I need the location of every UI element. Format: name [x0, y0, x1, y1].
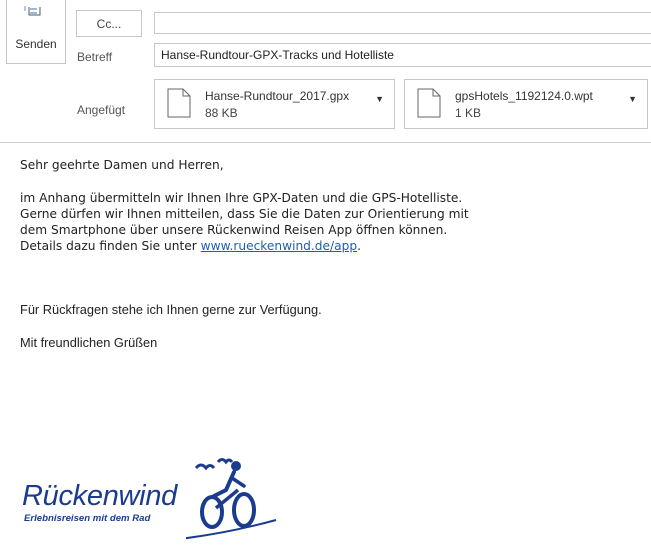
attachment-item[interactable]: gpsHotels_1192124.0.wpt 1 KB ▼ — [404, 79, 648, 129]
app-link[interactable]: www.rueckenwind.de/app — [201, 239, 357, 253]
send-button[interactable]: Senden — [6, 0, 66, 64]
attachment-name: gpsHotels_1192124.0.wpt — [455, 89, 593, 103]
details-suffix: . — [357, 239, 361, 253]
details-prefix: Details dazu finden Sie unter — [20, 239, 201, 253]
logo-tagline: Erlebnisreisen mit dem Rad — [24, 513, 151, 524]
body-line: Gerne dürfen wir Ihnen mitteilen, dass S… — [20, 207, 469, 221]
body-line: dem Smartphone über unsere Rückenwind Re… — [20, 223, 448, 237]
send-icon — [24, 6, 41, 16]
cc-button[interactable]: Cc... — [76, 10, 142, 37]
greeting-line: Sehr geehrte Damen und Herren, — [20, 158, 224, 172]
cyclist-icon — [186, 458, 277, 540]
questions-line: Für Rückfragen stehe ich Ihnen gerne zur… — [20, 302, 322, 317]
subject-label: Betreff — [77, 50, 113, 64]
attachment-name: Hanse-Rundtour_2017.gpx — [205, 89, 350, 103]
header-divider — [0, 142, 651, 143]
subject-field[interactable]: Hanse-Rundtour-GPX-Tracks und Hotelliste — [154, 43, 651, 67]
body-line-details: Details dazu finden Sie unter www.ruecke… — [20, 238, 640, 254]
message-body[interactable]: Sehr geehrte Damen und Herren, im Anhang… — [20, 157, 640, 351]
attachment-size: 1 KB — [455, 106, 482, 120]
attachment-size: 88 KB — [205, 106, 238, 120]
rueckenwind-logo: Rückenwind Erlebnisreisen mit dem Rad — [22, 454, 292, 548]
body-line: im Anhang übermitteln wir Ihnen Ihre GPX… — [20, 191, 463, 205]
file-icon — [167, 88, 191, 118]
cc-field[interactable] — [154, 12, 651, 34]
chevron-down-icon[interactable]: ▼ — [375, 94, 384, 104]
attachment-item[interactable]: Hanse-Rundtour_2017.gpx 88 KB ▼ — [154, 79, 395, 129]
closing-line: Mit freundlichen Grüßen — [20, 335, 158, 350]
logo-brand: Rückenwind — [22, 480, 177, 512]
attached-label: Angefügt — [77, 103, 126, 117]
chevron-down-icon[interactable]: ▼ — [628, 94, 637, 104]
file-icon — [417, 88, 441, 118]
send-label: Senden — [15, 37, 57, 51]
